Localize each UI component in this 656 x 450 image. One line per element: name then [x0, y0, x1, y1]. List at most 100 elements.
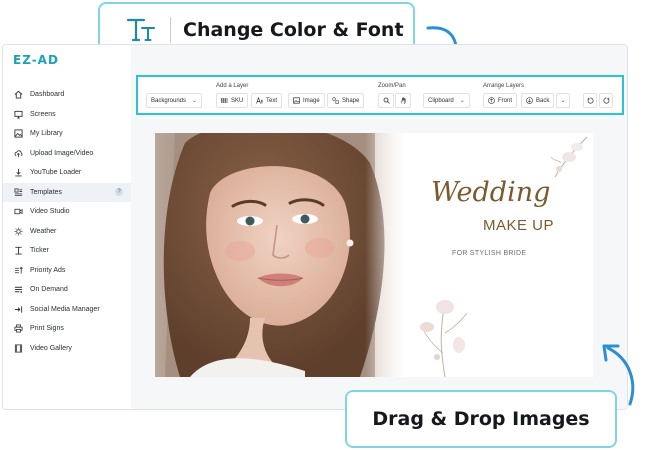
- share-icon: [13, 304, 23, 314]
- chevron-down-icon: ⌄: [560, 98, 566, 104]
- redo-button[interactable]: [599, 93, 613, 108]
- clipboard-label: Clipboard: [428, 97, 454, 104]
- download-icon: [13, 168, 23, 178]
- clipboard-dropdown[interactable]: Clipboard ⌄: [423, 93, 470, 108]
- arrange-more-dropdown[interactable]: ⌄: [556, 93, 570, 108]
- sidebar-item-upload[interactable]: Upload Image/Video: [3, 144, 131, 164]
- sidebar-item-label: Dashboard: [30, 91, 65, 99]
- sidebar-item-video-studio[interactable]: Video Studio: [3, 202, 131, 222]
- hand-icon: [400, 97, 406, 104]
- cloud-upload-icon: [13, 148, 23, 158]
- sidebar-item-label: Templates: [30, 188, 62, 196]
- sidebar-item-label: YouTube Loader: [30, 169, 82, 177]
- sidebar-item-print-signs[interactable]: Print Signs: [3, 319, 131, 339]
- sidebar-item-my-library[interactable]: My Library: [3, 124, 131, 144]
- sidebar-item-youtube-loader[interactable]: YouTube Loader: [3, 163, 131, 183]
- typography-icon: [126, 18, 155, 41]
- add-layer-label: Add a Layer: [216, 83, 249, 89]
- film-icon: [13, 343, 23, 353]
- priority-icon: [13, 265, 23, 275]
- bride-photo[interactable]: [155, 133, 405, 377]
- sun-icon: [13, 226, 23, 236]
- photo-fade: [365, 133, 405, 377]
- text-label: Text: [266, 97, 278, 104]
- floral-bouquet-icon: [420, 300, 468, 377]
- sidebar-item-priority-ads[interactable]: Priority Ads: [3, 261, 131, 281]
- image-icon: [13, 129, 23, 139]
- sidebar-item-label: Video Studio: [30, 208, 70, 216]
- add-image-button[interactable]: Image: [288, 93, 325, 108]
- arrange-layers-label: Arrange Layers: [483, 83, 525, 89]
- flower-decoration-icon: [550, 136, 588, 178]
- help-badge[interactable]: ?: [115, 188, 123, 197]
- callout-separator: [170, 16, 171, 43]
- sidebar-item-ticker[interactable]: Ticker: [3, 241, 131, 261]
- design-tagline[interactable]: FOR STYLISH BRIDE: [452, 250, 526, 257]
- sidebar-item-label: My Library: [30, 130, 63, 138]
- backgrounds-label: Backgrounds: [151, 97, 187, 104]
- sidebar-item-label: Upload Image/Video: [30, 149, 94, 157]
- sidebar-item-dashboard[interactable]: Dashboard: [3, 85, 131, 105]
- design-title[interactable]: Wedding: [431, 177, 550, 208]
- add-sku-button[interactable]: SKU: [216, 93, 249, 108]
- sidebar-item-label: Weather: [30, 227, 57, 235]
- callout-bottom-label: Drag & Drop Images: [372, 408, 590, 430]
- add-text-button[interactable]: Text: [251, 93, 283, 108]
- sidebar-item-label: Social Media Manager: [30, 305, 100, 313]
- template-icon: [13, 187, 23, 197]
- design-subtitle[interactable]: MAKE UP: [483, 217, 554, 234]
- sidebar-item-label: Ticker: [30, 247, 49, 255]
- backgrounds-dropdown[interactable]: Backgrounds ⌄: [146, 93, 203, 108]
- sidebar-item-screens[interactable]: Screens: [3, 105, 131, 125]
- redo-icon: [603, 97, 609, 104]
- sidebar-item-social-media[interactable]: Social Media Manager: [3, 300, 131, 320]
- shapes-icon: [332, 97, 339, 104]
- sidebar-item-label: On Demand: [30, 286, 68, 294]
- arrow-down-circle-icon: [526, 97, 533, 104]
- video-icon: [13, 207, 23, 217]
- front-label: Front: [498, 97, 513, 104]
- sidebar-item-label: Priority Ads: [30, 266, 66, 274]
- send-back-button[interactable]: Back: [521, 93, 555, 108]
- drag-drop-callout: Drag & Drop Images: [345, 390, 617, 448]
- design-canvas[interactable]: Wedding MAKE UP FOR STYLISH BRIDE: [155, 133, 593, 377]
- sidebar-item-weather[interactable]: Weather: [3, 222, 131, 242]
- chevron-down-icon: ⌄: [192, 98, 198, 104]
- sidebar-item-templates[interactable]: Templates ?: [3, 182, 131, 202]
- zoom-button[interactable]: [378, 93, 394, 108]
- list-icon: [13, 285, 23, 295]
- shape-label: Shape: [342, 97, 360, 104]
- text-icon: [256, 97, 263, 104]
- arrow-up-circle-icon: [488, 97, 495, 104]
- undo-button[interactable]: [583, 93, 597, 108]
- image-icon: [293, 97, 300, 104]
- zoom-pan-label: Zoom/Pan: [378, 83, 406, 89]
- sidebar-item-video-gallery[interactable]: Video Gallery: [3, 339, 131, 359]
- sidebar-item-on-demand[interactable]: On Demand: [3, 280, 131, 300]
- editor-toolbar: Add a Layer Zoom/Pan Arrange Layers Back…: [136, 75, 624, 115]
- app-logo: EZ-AD: [13, 53, 59, 67]
- sidebar-item-label: Screens: [30, 110, 56, 118]
- image-label: Image: [303, 97, 320, 104]
- app-window: EZ-AD Dashboard Screens My Library Uploa…: [2, 44, 628, 410]
- add-shape-button[interactable]: Shape: [327, 93, 365, 108]
- sidebar-nav: Dashboard Screens My Library Upload Imag…: [3, 85, 131, 358]
- text-icon: [13, 246, 23, 256]
- undo-icon: [587, 97, 593, 104]
- editor-area: Add a Layer Zoom/Pan Arrange Layers Back…: [131, 45, 627, 409]
- callout-top-label: Change Color & Font: [183, 18, 404, 41]
- bring-front-button[interactable]: Front: [483, 93, 518, 108]
- sidebar-item-label: Video Gallery: [30, 344, 72, 352]
- home-icon: [13, 90, 23, 100]
- monitor-icon: [13, 109, 23, 119]
- back-label: Back: [536, 97, 550, 104]
- chevron-down-icon: ⌄: [459, 98, 465, 104]
- magnifier-icon: [383, 97, 390, 104]
- sku-label: SKU: [231, 97, 244, 104]
- sidebar: EZ-AD Dashboard Screens My Library Uploa…: [3, 45, 131, 409]
- sidebar-item-label: Print Signs: [30, 325, 64, 333]
- pan-button[interactable]: [395, 93, 411, 108]
- barcode-icon: [221, 98, 228, 103]
- printer-icon: [13, 324, 23, 334]
- design-text-block: Wedding MAKE UP FOR STYLISH BRIDE: [405, 133, 593, 377]
